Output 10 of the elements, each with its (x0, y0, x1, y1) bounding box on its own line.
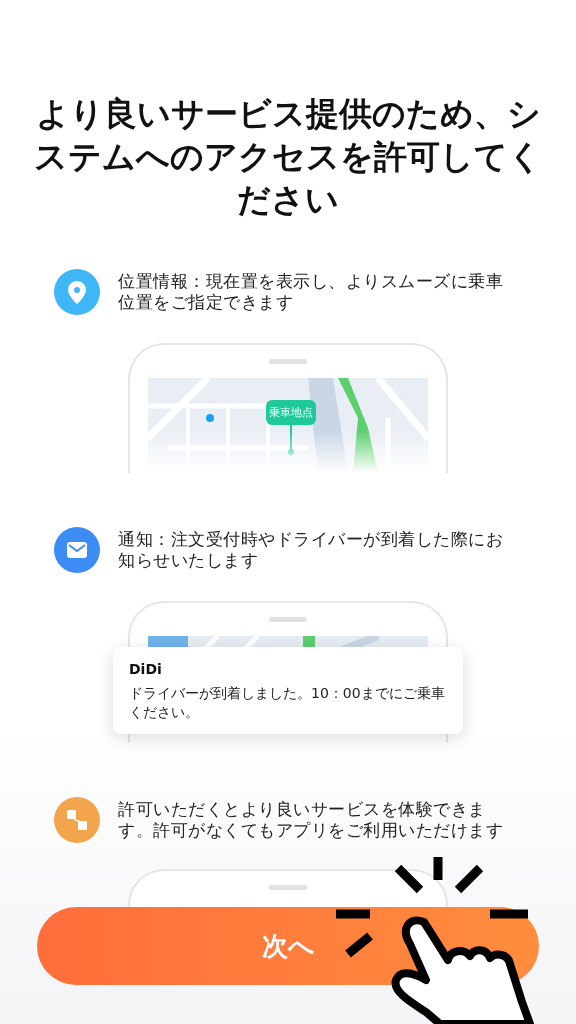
permission-description: 通知：注文受付時やドライバーが到着した際にお知らせいたします (118, 529, 504, 571)
app-name: DiDi (129, 661, 163, 677)
location-pin-icon (54, 269, 100, 315)
permission-description: 許可いただくとより良いサービスを体験できます。許可がなくてもアプリをご利用いただけます (118, 799, 504, 841)
notification-message: ドライバーが到着しました。10：00までにご乗車ください。 (129, 684, 446, 722)
page-title: より良いサービス提供のため、システムへのアクセスを許可してください (33, 93, 543, 221)
squares-icon (54, 797, 100, 843)
permission-description: 位置情報：現在置を表示し、よりスムーズに乗車位置をご指定できます (118, 271, 504, 313)
pickup-label: 乗車地点 (266, 400, 316, 425)
mail-icon (54, 527, 100, 573)
